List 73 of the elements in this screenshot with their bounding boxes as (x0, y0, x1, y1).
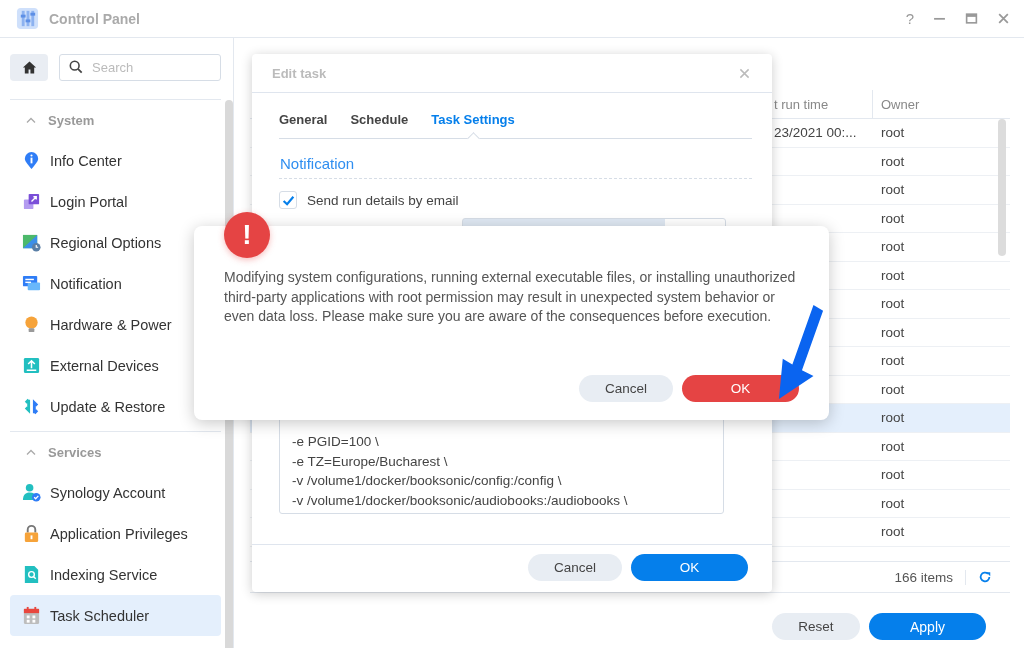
home-icon (21, 60, 37, 75)
sidebar-item[interactable]: Info Center (10, 140, 222, 181)
table-cell: root (881, 182, 905, 198)
table-cell: root (881, 381, 905, 397)
app-logo-icon (16, 7, 39, 30)
checkbox-label: Send run details by email (307, 192, 459, 208)
chat-icon (22, 274, 41, 293)
column-header[interactable]: Owner (872, 90, 995, 118)
sidebar-item[interactable]: Hardware & Power (10, 304, 222, 345)
sidebar-item[interactable]: Update & Restore (10, 386, 222, 427)
bulb-icon (22, 315, 41, 334)
search-icon (69, 60, 83, 74)
sidebar-item[interactable]: Indexing Service (10, 554, 222, 595)
user-check-icon (22, 483, 41, 502)
sync-icon (22, 397, 41, 416)
table-cell: root (881, 296, 905, 312)
apply-button[interactable]: Apply (869, 613, 986, 640)
section-title: Services (48, 444, 102, 460)
ok-button[interactable]: OK (631, 554, 748, 581)
table-cell: 23/2021 00:... (774, 125, 857, 141)
table-cell: root (881, 353, 905, 369)
search-field[interactable]: Search (59, 54, 222, 81)
cancel-button[interactable]: Cancel (528, 554, 622, 581)
sidebar-item[interactable]: Login Portal (10, 181, 222, 222)
tab[interactable]: General (279, 112, 328, 138)
table-cell: root (881, 524, 905, 540)
script-line: -e PGID=100 \ (292, 433, 380, 451)
table-cell: root (881, 267, 905, 283)
close-icon[interactable] (739, 67, 750, 79)
home-button[interactable] (10, 54, 48, 81)
script-line: -v /volume1/docker/booksonic/config:/config \ (292, 472, 563, 490)
sidebar-item[interactable]: Synology Account (10, 472, 222, 513)
caret-icon[interactable] (26, 449, 36, 455)
sidebar-item[interactable]: Application Privileges (10, 513, 222, 554)
dialog-title: Edit task (272, 65, 327, 81)
scrollbar[interactable] (998, 119, 1006, 256)
cancel-button[interactable]: Cancel (579, 375, 673, 402)
item-count: 166 items (894, 569, 966, 585)
document-search-icon (22, 565, 41, 584)
table-cell: root (881, 125, 905, 141)
sidebar-item[interactable]: Task Scheduler (10, 595, 222, 636)
caret-icon[interactable] (26, 117, 36, 123)
info-icon (22, 151, 41, 170)
tab[interactable]: Schedule (350, 112, 409, 138)
lock-icon (22, 524, 41, 543)
table-cell: root (881, 467, 905, 483)
checkbox[interactable] (279, 191, 297, 209)
script-line: -v /volume1/docker/booksonic/audiobooks:/audiobooks \ (292, 491, 629, 510)
table-cell: root (881, 495, 905, 511)
table-cell: root (881, 210, 905, 226)
table-cell: root (881, 438, 905, 454)
calendar-icon (22, 606, 41, 625)
squares-icon (22, 192, 41, 211)
sidebar-item[interactable]: External Devices (10, 345, 222, 386)
table-cell: root (881, 153, 905, 169)
reset-button[interactable]: Reset (772, 613, 860, 640)
sidebar-item[interactable]: Notification (10, 263, 222, 304)
refresh-icon[interactable] (978, 570, 992, 584)
map-clock-icon (22, 233, 41, 252)
maximize-icon[interactable] (965, 12, 978, 25)
table-cell: root (881, 239, 905, 255)
column-header[interactable]: t run time (774, 90, 872, 118)
window-title: Control Panel (49, 10, 140, 27)
warning-message: Modifying system configurations, running external executable files, or installing unauthorized third-party applications with root permission may result in unexpected system behavior or even data loss. Please make sure you are aware of the consequences before execution. (224, 268, 797, 326)
section-heading: Notification (279, 139, 752, 179)
tab[interactable]: Task Settings (431, 112, 515, 138)
sidebar-item[interactable]: Regional Options (10, 222, 222, 263)
upload-icon (22, 356, 41, 375)
table-cell: root (881, 410, 905, 426)
section-title: System (48, 112, 95, 128)
script-line: -e TZ=Europe/Bucharest \ (292, 452, 449, 471)
table-cell: root (881, 324, 905, 340)
close-icon[interactable] (997, 12, 1010, 25)
